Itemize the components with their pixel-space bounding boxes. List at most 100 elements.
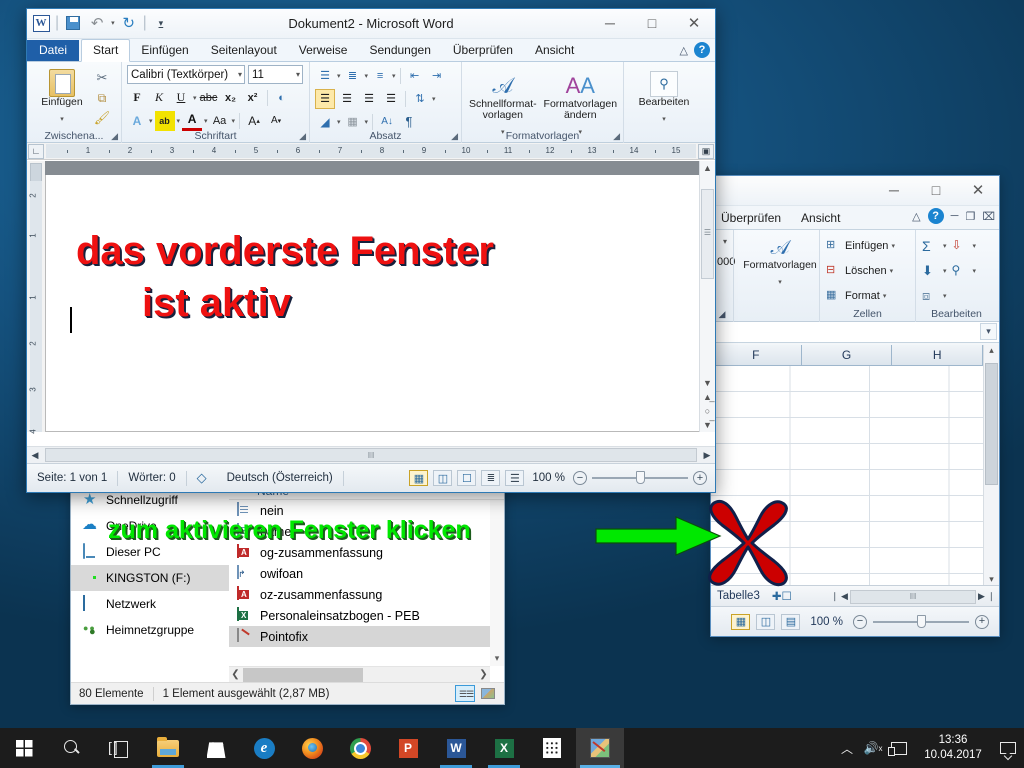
align-right-button[interactable]: ☰: [359, 89, 379, 109]
word-count-indicator[interactable]: Wörter: 0: [118, 472, 185, 484]
language-indicator[interactable]: Deutsch (Österreich): [217, 472, 343, 484]
chevron-down-icon[interactable]: ▾: [890, 267, 894, 275]
chevron-down-icon[interactable]: ▾: [778, 279, 782, 286]
chevron-down-icon[interactable]: ▾: [238, 70, 242, 79]
chevron-down-icon[interactable]: ▾: [973, 267, 977, 275]
word-vertical-ruler[interactable]: 2 1 1 2 3 4: [27, 161, 45, 434]
paste-button[interactable]: Einfügen ▾: [32, 65, 92, 128]
excel-cells-group[interactable]: ⊞ Einfügen ▾ ⊟ Löschen ▾ ▦ Format ▾ Zell…: [819, 230, 915, 322]
word-horizontal-scrollbar[interactable]: ◀ ‖‖ ▶: [27, 446, 715, 463]
minimize-workbook-icon[interactable]: ─: [951, 210, 959, 222]
tab-ansicht[interactable]: Ansicht: [791, 211, 850, 225]
font-group[interactable]: Calibri (Textkörper) ▾ 11 ▾ F K U ▾ abc …: [121, 62, 309, 143]
chevron-down-icon[interactable]: ▾: [337, 72, 341, 80]
excel-title-bar[interactable]: ─ □ ✕: [711, 176, 999, 206]
outline-view-button[interactable]: ≣: [481, 470, 501, 486]
task-view-button[interactable]: [96, 728, 144, 768]
scrollbar-thumb[interactable]: [243, 667, 363, 682]
explorer-navigation-pane[interactable]: Schnellzugriff OneDrive Dieser PC KINGST…: [71, 483, 229, 682]
italic-button[interactable]: K: [149, 88, 169, 108]
multilevel-list-button[interactable]: ≡: [370, 66, 390, 86]
zoom-in-button[interactable]: +: [693, 471, 707, 485]
dialog-launcher-icon[interactable]: ◢: [111, 131, 118, 142]
expand-formula-bar-icon[interactable]: ▾: [980, 323, 997, 340]
chevron-down-icon[interactable]: ▾: [232, 117, 236, 125]
nav-item-kingston-drive[interactable]: KINGSTON (F:): [71, 565, 229, 591]
grow-font-button[interactable]: A ▴: [244, 111, 264, 131]
excel-formula-bar[interactable]: ▾: [711, 322, 999, 343]
word-ribbon[interactable]: Einfügen ▾ ✂ ⧉ 🖌 Zwischena... ◢ Calibri (…: [27, 62, 715, 143]
tab-ueberpruefen[interactable]: Überprüfen: [442, 40, 524, 61]
zoom-out-button[interactable]: −: [853, 614, 867, 629]
minimize-button[interactable]: ─: [589, 9, 631, 37]
font-color-button[interactable]: A: [182, 111, 203, 131]
tab-ansicht[interactable]: Ansicht: [524, 40, 585, 61]
select-browse-object-icon[interactable]: ○: [700, 406, 715, 416]
tab-seitenlayout[interactable]: Seitenlayout: [200, 40, 288, 61]
chevron-down-icon[interactable]: ▾: [337, 118, 341, 126]
chevron-down-icon[interactable]: ▾: [365, 72, 369, 80]
format-cells-button[interactable]: ▦ Format ▾: [826, 283, 909, 308]
nav-item-homegroup[interactable]: Heimnetzgruppe: [71, 617, 229, 643]
excel-ribbon[interactable]: ▾ 000 ◢ 𝒜 Formatvorlagen ▾ ⊞ Einfügen ▾ …: [711, 230, 999, 322]
collapse-ribbon-icon[interactable]: △: [912, 210, 920, 223]
scroll-up-icon[interactable]: ▲: [700, 163, 715, 173]
details-view-button[interactable]: ☰☰: [455, 685, 475, 702]
excel-editing-group[interactable]: Σ ▾ ⇩ ▾ ⬇ ▾ ⚲ ▾ ⧈ ▾ Bearbeiten: [915, 230, 997, 322]
zoom-in-button[interactable]: +: [975, 614, 989, 629]
system-tray[interactable]: ︿ 🔊 x 13:36 10.04.2017: [834, 728, 1024, 768]
chevron-down-icon[interactable]: ▾: [662, 116, 666, 123]
align-left-button[interactable]: ☰: [315, 88, 335, 109]
numbering-button[interactable]: ≣: [343, 66, 363, 86]
chevron-down-icon[interactable]: ▾: [717, 233, 727, 246]
scrollbar-thumb[interactable]: ‖‖: [849, 589, 977, 604]
word-title-bar[interactable]: W | ↶ ▾ ↻ | ▾̲ Dokument2 - Microsoft Wor…: [27, 9, 715, 39]
paragraph-group[interactable]: ☰ ▾ ≣ ▾ ≡ ▾ ⇤ ⇥ ☰ ☰ ☰ ☰ ⇅ ▾ ◢ ▾ ▦ ▾ A↓ ¶…: [309, 62, 461, 143]
sort-filter-icon[interactable]: ⇩: [952, 238, 968, 254]
explorer-file-list-pane[interactable]: Name nein name og-zusammenfassung owifoa…: [229, 483, 504, 682]
font-name-input[interactable]: Calibri (Textkörper) ▾: [127, 65, 245, 84]
close-workbook-icon[interactable]: ⌧: [982, 210, 995, 223]
file-list-vertical-scrollbar[interactable]: ▾: [490, 500, 504, 666]
borders-button[interactable]: ▦: [343, 112, 363, 132]
highlight-color-button[interactable]: ab: [154, 110, 175, 131]
quick-styles-button[interactable]: 𝒜 Schnellformat- vorlagen ▾: [467, 69, 539, 139]
ruler-scale[interactable]: 1 2 3 4 5 6 7 8 9 10 11 12 13 14 15: [46, 144, 696, 158]
chevron-down-icon[interactable]: ▾: [432, 95, 436, 103]
line-spacing-button[interactable]: ⇅: [410, 89, 430, 109]
chevron-down-icon[interactable]: ▾: [204, 117, 208, 125]
network-button[interactable]: [886, 728, 912, 768]
sheet-tab-tabelle3[interactable]: Tabelle3: [711, 590, 766, 602]
styles-button[interactable]: 𝒜 Formatvorlagen ▾: [740, 233, 820, 289]
shrink-font-button[interactable]: A ▾: [266, 111, 286, 131]
page-break-view-button[interactable]: ▤: [781, 613, 801, 630]
dialog-launcher-icon[interactable]: ◢: [451, 131, 458, 142]
chevron-down-icon[interactable]: ▾: [973, 242, 977, 250]
scroll-right-icon[interactable]: ▶: [699, 450, 715, 461]
page-indicator[interactable]: Seite: 1 von 1: [27, 472, 117, 484]
list-item-selected[interactable]: Pointofix: [229, 626, 504, 647]
edit-button[interactable]: ⚲ Bearbeiten ▾: [629, 65, 699, 126]
chevron-down-icon[interactable]: ▾: [891, 242, 895, 250]
file-explorer-button[interactable]: [144, 728, 192, 768]
file-list-horizontal-scrollbar[interactable]: ❮ ❯: [229, 666, 490, 682]
maximize-button[interactable]: □: [631, 9, 673, 37]
delete-cells-button[interactable]: ⊟ Löschen ▾: [826, 258, 909, 283]
styles-group[interactable]: 𝒜 Schnellformat- vorlagen ▾ AA Formatvor…: [461, 62, 623, 143]
previous-page-icon[interactable]: ▲̲: [700, 392, 715, 402]
bullets-button[interactable]: ☰: [315, 66, 335, 86]
large-icons-view-button[interactable]: [478, 685, 498, 702]
word-window[interactable]: W | ↶ ▾ ↻ | ▾̲ Dokument2 - Microsoft Wor…: [26, 8, 716, 493]
list-item[interactable]: Personaleinsatzbogen - PEB: [229, 605, 504, 626]
taskbar[interactable]: e P W X ︿ 🔊x 13:36 10.04.2017: [0, 728, 1024, 768]
chevron-down-icon[interactable]: ▾: [296, 70, 300, 79]
tab-start[interactable]: Start: [81, 39, 131, 62]
bold-button[interactable]: F: [127, 88, 147, 108]
chevron-down-icon[interactable]: ▾: [943, 242, 947, 250]
copy-icon[interactable]: ⧉: [92, 88, 112, 108]
chevron-down-icon[interactable]: ▾: [60, 116, 64, 123]
pointofix-button[interactable]: [576, 728, 624, 768]
find-select-icon[interactable]: ⚲: [952, 263, 968, 279]
scroll-down-icon[interactable]: ▾: [495, 653, 500, 666]
text-effects-button[interactable]: A: [127, 111, 147, 131]
